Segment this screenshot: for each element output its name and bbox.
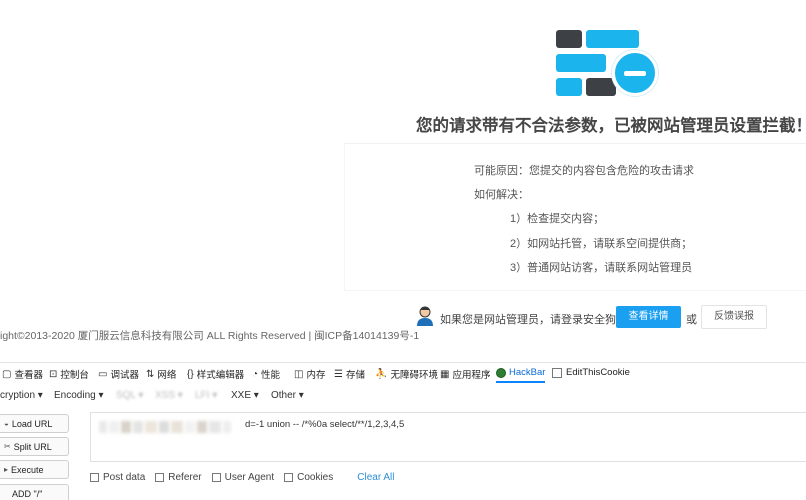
accessibility-icon: ⛹ — [375, 368, 388, 380]
admin-avatar-icon — [417, 306, 433, 326]
debugger-icon: ▭ — [98, 368, 108, 380]
url-textarea[interactable]: d=-1 union -- /*%0a select/**/1,2,3,4,5 — [90, 412, 806, 462]
tab-hackbar[interactable]: HackBar — [496, 367, 546, 383]
execute-button[interactable]: ▸ Execute — [0, 460, 69, 479]
load-url-icon: ◒ — [4, 419, 9, 428]
user-agent-checkbox[interactable]: User Agent — [211, 471, 275, 483]
tab-label: EditThisCookie — [566, 367, 630, 378]
solution-item: 3）普通网站访客，请联系网站管理员 — [510, 262, 693, 274]
tab-label: 样式编辑器 — [196, 370, 245, 381]
solution-label: 如何解决： — [474, 189, 529, 201]
memory-icon: ◫ — [294, 368, 304, 380]
option-label: Cookies — [297, 471, 334, 483]
solution-item: 2）如网站托管，请联系空间提供商； — [510, 238, 693, 250]
menu-sql[interactable]: SQL ▾ — [116, 390, 143, 401]
admin-prompt: 如果您是网站管理员，请登录安全狗 — [440, 314, 616, 326]
tab-label: 应用程序 — [452, 370, 491, 381]
cookies-checkbox[interactable]: Cookies — [284, 472, 333, 483]
reason-text: 可能原因：您提交的内容包含危险的攻击请求 — [474, 165, 694, 177]
tab-editthiscookie[interactable]: EditThisCookie — [552, 367, 630, 378]
tab-debugger[interactable]: ▭ 调试器 — [98, 367, 139, 382]
style-editor-icon: {} — [187, 368, 194, 380]
network-icon: ⇅ — [146, 368, 155, 380]
application-icon: ▦ — [440, 368, 450, 380]
inspector-icon: ▢ — [2, 368, 12, 380]
tab-label: 无障碍环境 — [390, 370, 438, 381]
view-details-button[interactable]: 查看详情 — [616, 306, 681, 328]
load-url-button[interactable]: ◒ Load URL — [0, 414, 69, 433]
option-label: Post data — [103, 471, 146, 483]
referer-checkbox[interactable]: Referer — [155, 471, 202, 483]
menu-encryption[interactable]: cryption ▾ — [0, 390, 43, 401]
console-icon: ⊡ — [49, 368, 58, 380]
add-slash-button[interactable]: ADD "/" — [0, 484, 69, 500]
tab-label: 调试器 — [110, 370, 139, 381]
button-label: Execute — [11, 464, 44, 475]
tab-label: 存储 — [345, 370, 365, 381]
logo-brick — [586, 30, 639, 48]
editthiscookie-icon — [552, 367, 562, 378]
hackbar-buttons: ◒ Load URL ✂ Split URL ▸ Execute ADD "/" — [0, 412, 72, 500]
hackbar-icon — [496, 367, 506, 378]
option-label: User Agent — [224, 471, 275, 483]
checkbox-icon — [155, 472, 165, 482]
tab-inspector[interactable]: ▢ 查看器 — [2, 367, 43, 382]
menu-other[interactable]: Other ▾ — [271, 390, 304, 401]
tab-console[interactable]: ⊡ 控制台 — [49, 367, 89, 382]
checkbox-icon — [284, 472, 294, 482]
tab-accessibility[interactable]: ⛹ 无障碍环境 — [375, 367, 438, 382]
tab-label: HackBar — [509, 367, 546, 378]
tab-label: 查看器 — [14, 370, 43, 381]
hackbar-menu: cryption ▾ Encoding ▾ SQL ▾ XSS ▾ LFI ▾ … — [0, 384, 806, 408]
storage-icon: ☰ — [334, 368, 343, 380]
split-url-button[interactable]: ✂ Split URL — [0, 437, 69, 456]
button-label: ADD "/" — [12, 488, 43, 499]
tab-label: 网络 — [157, 370, 177, 381]
url-text: d=-1 union -- /*%0a select/**/1,2,3,4,5 — [245, 419, 405, 430]
tab-label: 性能 — [261, 370, 281, 381]
tab-network[interactable]: ⇅ 网络 — [146, 367, 177, 382]
logo-brick — [556, 54, 606, 72]
split-url-icon: ✂ — [4, 442, 11, 451]
execute-icon: ▸ — [4, 465, 9, 474]
report-false-positive-button[interactable]: 反馈误报 — [701, 305, 767, 329]
copyright: ight©2013-2020 厦门服云信息科技有限公司 ALL Rights R… — [0, 330, 420, 342]
redacted-url-prefix — [99, 421, 231, 435]
logo-brick — [556, 30, 582, 48]
block-icon — [612, 50, 658, 96]
tab-label: 控制台 — [60, 370, 89, 381]
logo-brick — [556, 78, 582, 96]
devtools-toolbar: ▢ 查看器 ⊡ 控制台 ▭ 调试器 ⇅ 网络 {} 样式编辑器 ◔ 性能 ◫ 内… — [0, 362, 806, 383]
solution-item: 1）检查提交内容； — [510, 213, 605, 225]
block-title: 您的请求带有不合法参数，已被网站管理员设置拦截！ — [416, 117, 806, 135]
tab-application[interactable]: ▦ 应用程序 — [440, 367, 491, 382]
option-label: Referer — [168, 471, 202, 483]
tab-style-editor[interactable]: {} 样式编辑器 — [187, 367, 245, 382]
menu-encoding[interactable]: Encoding ▾ — [54, 390, 104, 401]
tab-memory[interactable]: ◫ 内存 — [294, 367, 326, 382]
tab-label: 内存 — [306, 370, 326, 381]
post-data-checkbox[interactable]: Post data — [90, 472, 145, 483]
tab-storage[interactable]: ☰ 存储 — [334, 367, 365, 382]
checkbox-icon — [90, 472, 99, 482]
button-label: Split URL — [13, 441, 52, 452]
clear-all-link[interactable]: Clear All — [357, 472, 394, 483]
checkbox-icon — [211, 472, 221, 482]
menu-xss[interactable]: XSS ▾ — [155, 390, 183, 401]
button-label: Load URL — [11, 418, 53, 429]
tab-performance[interactable]: ◔ 性能 — [252, 367, 281, 382]
logo-brick — [586, 78, 616, 96]
hackbar-options: Post data Referer User Agent Cookies Cle… — [90, 470, 395, 484]
or-text: 或 — [686, 314, 697, 326]
menu-lfi[interactable]: LFI ▾ — [195, 390, 217, 401]
menu-xxe[interactable]: XXE ▾ — [231, 390, 259, 401]
performance-icon: ◔ — [252, 368, 259, 380]
